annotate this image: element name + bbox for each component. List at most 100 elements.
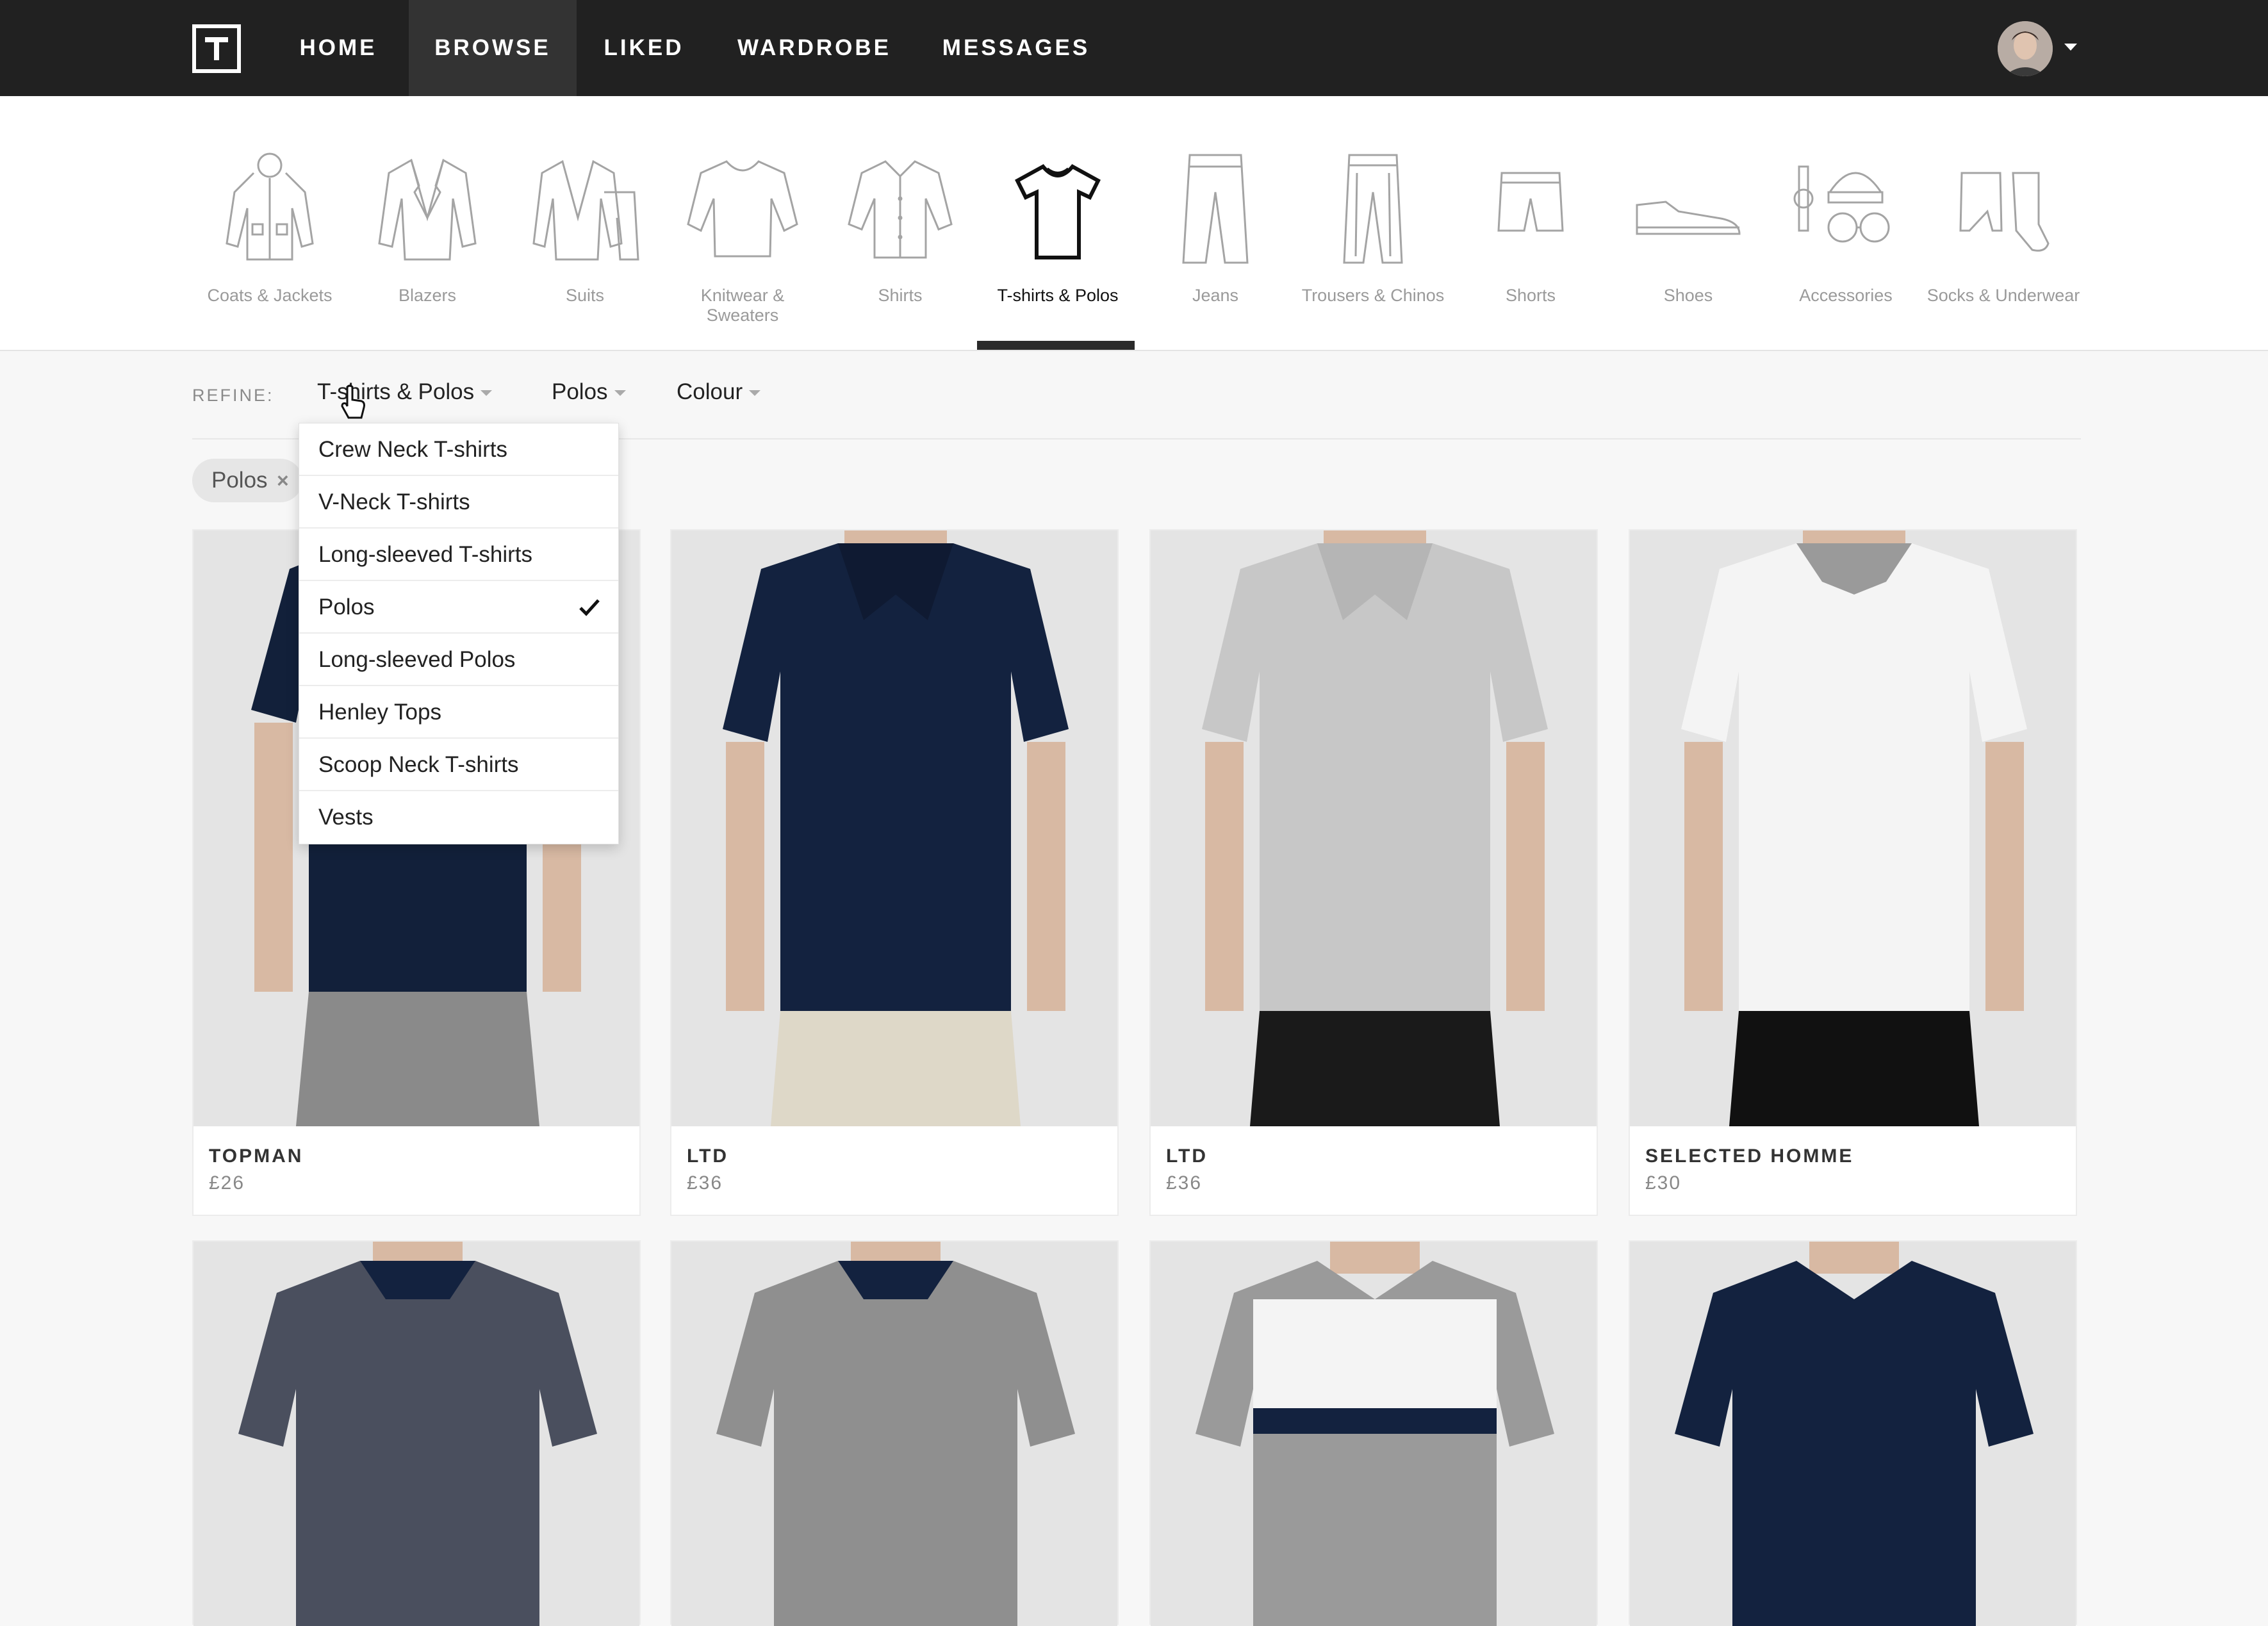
nav-messages[interactable]: MESSAGES <box>939 0 1093 96</box>
chevron-down-icon <box>614 390 626 397</box>
menu-item-label: Crew Neck T-shirts <box>318 437 507 462</box>
avatar[interactable] <box>1998 21 2053 76</box>
product-price: £30 <box>1645 1172 1682 1194</box>
product-price: £36 <box>687 1172 723 1194</box>
menu-item-label: Henley Tops <box>318 700 441 725</box>
category-shorts[interactable]: Shorts <box>1452 96 1609 351</box>
active-filter-chip[interactable]: Polos × <box>192 459 302 502</box>
nav-wardrobe[interactable]: WARDROBE <box>734 0 894 96</box>
product-brand: LTD <box>687 1146 729 1167</box>
menu-item-long-sleeved-tshirts[interactable]: Long-sleeved T-shirts <box>299 529 618 581</box>
filter-type-dropdown[interactable]: Polos <box>552 379 626 405</box>
category-suits[interactable]: Suits <box>506 96 664 351</box>
socks-icon <box>1959 172 2050 252</box>
category-label: Trousers & Chinos <box>1301 286 1445 305</box>
category-label: Coats & Jackets <box>207 286 333 305</box>
sweater-icon <box>687 160 798 258</box>
menu-item-label: Vests <box>318 805 374 830</box>
category-socks-underwear[interactable]: Socks & Underwear <box>1925 96 2082 351</box>
category-label: Socks & Underwear <box>1927 286 2080 305</box>
category-label: Blazers <box>398 286 457 305</box>
top-nav: HOME BROWSE LIKED WARDROBE MESSAGES <box>0 0 2268 96</box>
nav-browse[interactable]: BROWSE <box>409 0 577 96</box>
trousers-icon <box>1343 154 1403 264</box>
menu-item-label: Scoop Neck T-shirts <box>318 752 519 777</box>
jeans-icon <box>1182 154 1249 264</box>
chevron-down-icon[interactable] <box>2064 44 2077 51</box>
chevron-down-icon <box>749 390 761 397</box>
product-card[interactable] <box>670 1240 1119 1626</box>
menu-item-scoop-neck[interactable]: Scoop Neck T-shirts <box>299 739 618 791</box>
tshirt-icon <box>1015 164 1101 259</box>
close-icon[interactable]: × <box>277 459 289 502</box>
category-label: Shirts <box>878 286 923 305</box>
product-card[interactable]: LTD £36 <box>1149 529 1598 1216</box>
product-card[interactable] <box>1149 1240 1598 1626</box>
filter-label: Polos <box>552 379 608 404</box>
category-jeans[interactable]: Jeans <box>1137 96 1294 351</box>
category-label: Jeans <box>1192 286 1239 305</box>
product-image <box>1630 1242 2076 1626</box>
product-image <box>1151 530 1597 1126</box>
product-image <box>1151 1242 1597 1626</box>
category-blazers[interactable]: Blazers <box>349 96 506 351</box>
category-label: Shoes <box>1663 286 1713 305</box>
product-image <box>671 1242 1117 1626</box>
product-brand: LTD <box>1166 1146 1208 1167</box>
category-label: Suits <box>565 286 605 305</box>
menu-item-v-neck[interactable]: V-Neck T-shirts <box>299 476 618 529</box>
shorts-icon <box>1497 172 1564 232</box>
checkmark-icon <box>579 599 600 616</box>
category-trousers[interactable]: Trousers & Chinos <box>1294 96 1452 351</box>
logo-icon[interactable] <box>192 24 241 73</box>
active-category-indicator <box>977 341 1135 350</box>
category-tshirts-polos[interactable]: T-shirts & Polos <box>979 96 1137 351</box>
menu-item-label: V-Neck T-shirts <box>318 489 470 514</box>
category-shoes[interactable]: Shoes <box>1609 96 1767 351</box>
category-shirts[interactable]: Shirts <box>821 96 979 351</box>
menu-item-label: Long-sleeved T-shirts <box>318 542 532 567</box>
category-label: Knitwear & Sweaters <box>700 286 785 325</box>
chip-label: Polos <box>211 468 268 493</box>
bottom <box>296 992 539 1126</box>
category-label: T-shirts & Polos <box>997 286 1119 305</box>
product-brand: TOPMAN <box>209 1146 304 1167</box>
product-card[interactable] <box>1629 1240 2077 1626</box>
blazer-icon <box>378 158 477 261</box>
chevron-down-icon <box>481 390 493 397</box>
product-card[interactable]: LTD £36 <box>670 529 1119 1216</box>
category-label: Accessories <box>1799 286 1893 305</box>
menu-item-label: Long-sleeved Polos <box>318 647 516 672</box>
product-image <box>671 530 1117 1126</box>
product-image <box>193 1242 639 1626</box>
filter-colour-dropdown[interactable]: Colour <box>677 379 761 405</box>
hand-cursor-icon <box>341 384 365 419</box>
shoe-icon <box>1636 201 1741 235</box>
product-price: £36 <box>1166 1172 1203 1194</box>
accessories-icon <box>1793 165 1890 243</box>
menu-item-polos[interactable]: Polos <box>299 581 618 634</box>
suit-icon <box>532 160 639 261</box>
menu-item-label: Polos <box>318 595 375 620</box>
menu-item-henley-tops[interactable]: Henley Tops <box>299 686 618 739</box>
category-label: Shorts <box>1505 286 1556 305</box>
category-bar: Coats & Jackets Blazers Suits Knitwear &… <box>0 96 2268 351</box>
refine-label: REFINE: <box>192 386 274 405</box>
coat-icon <box>226 152 314 261</box>
subcategory-dropdown-menu: Crew Neck T-shirts V-Neck T-shirts Long-… <box>299 423 619 844</box>
filter-label: Colour <box>677 379 743 404</box>
category-coats-jackets[interactable]: Coats & Jackets <box>191 96 349 351</box>
shirt-icon <box>848 160 953 259</box>
menu-item-vests[interactable]: Vests <box>299 791 618 844</box>
category-accessories[interactable]: Accessories <box>1767 96 1925 351</box>
product-price: £26 <box>209 1172 245 1194</box>
category-knitwear[interactable]: Knitwear & Sweaters <box>664 96 821 351</box>
product-card[interactable]: SELECTED HOMME £30 <box>1629 529 2077 1216</box>
nav-liked[interactable]: LIKED <box>598 0 689 96</box>
product-brand: SELECTED HOMME <box>1645 1146 1854 1167</box>
product-card[interactable] <box>192 1240 641 1626</box>
product-image <box>1630 530 2076 1126</box>
nav-home[interactable]: HOME <box>290 0 387 96</box>
menu-item-long-sleeved-polos[interactable]: Long-sleeved Polos <box>299 634 618 686</box>
menu-item-crew-neck[interactable]: Crew Neck T-shirts <box>299 423 618 476</box>
